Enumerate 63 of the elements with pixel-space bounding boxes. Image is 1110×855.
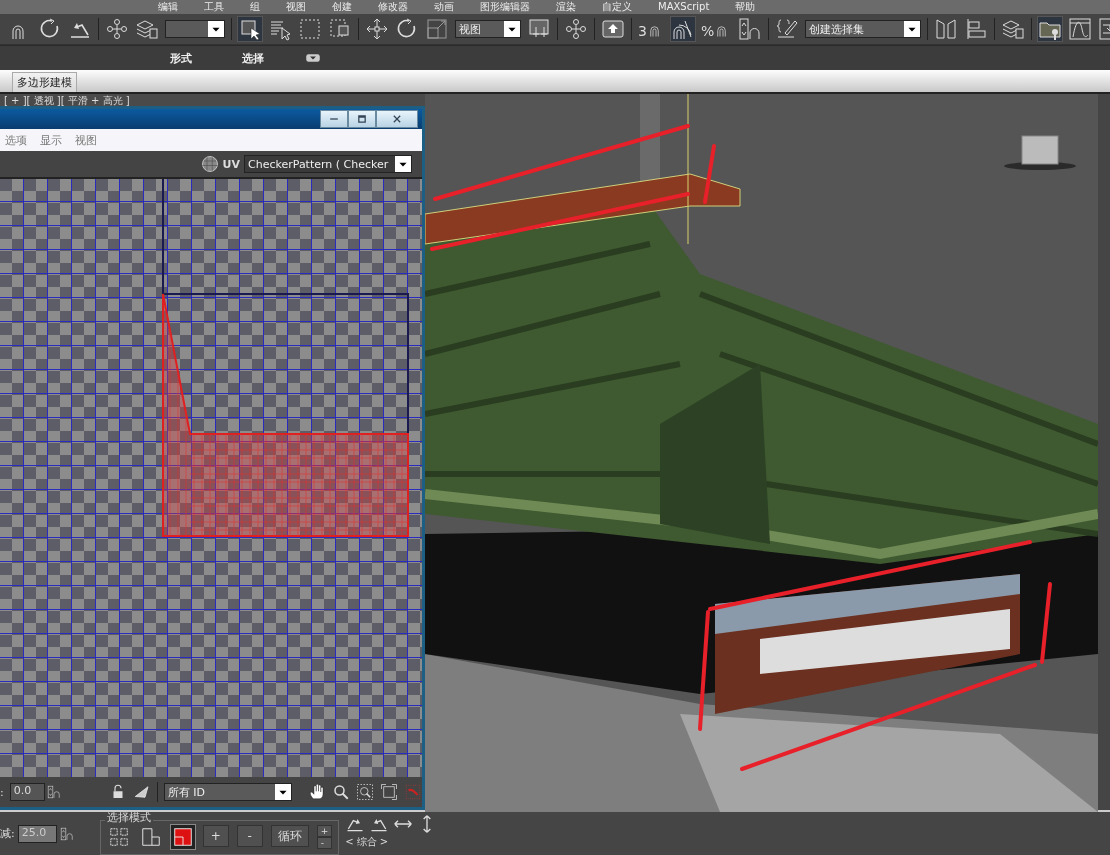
pan-icon[interactable]: [308, 783, 326, 801]
menu-item[interactable]: 动画: [421, 1, 467, 13]
menu-item[interactable]: 显示: [40, 132, 62, 148]
zoom-extents-icon[interactable]: [380, 783, 398, 801]
align-icon[interactable]: [964, 17, 989, 41]
ribbon-panel-tab[interactable]: 多边形建模: [12, 72, 77, 92]
spinner-button[interactable]: -: [316, 837, 333, 849]
field-label: :: [0, 785, 4, 799]
spinner-button[interactable]: +: [316, 825, 333, 837]
view-cube-icon[interactable]: [1004, 135, 1076, 170]
group-title: 选择模式: [104, 812, 153, 824]
menu-item[interactable]: 编辑: [145, 1, 191, 13]
snap-label: 3: [638, 24, 647, 38]
mode-button[interactable]: +: [202, 825, 229, 847]
menu-item[interactable]: 视图: [273, 1, 319, 13]
loop-label: 综合: [356, 836, 377, 847]
menu-item[interactable]: 帮助: [722, 1, 769, 13]
named-selection-dropdown[interactable]: 创建选择集: [805, 20, 922, 38]
mode-button[interactable]: -: [236, 825, 263, 847]
menu-item[interactable]: 工具: [191, 1, 237, 13]
reference-coordinate-dropdown[interactable]: 视图: [455, 20, 521, 38]
element-mode-icon[interactable]: [170, 825, 195, 849]
checker-uv-canvas[interactable]: [0, 179, 422, 777]
menu-item[interactable]: 自定义: [589, 1, 645, 13]
previous-arrow[interactable]: <: [345, 836, 354, 847]
channel-label: UV: [222, 157, 240, 171]
menu-item[interactable]: 修改器: [365, 1, 421, 13]
rectangle-selection-icon[interactable]: [298, 17, 322, 41]
ribbon-tab[interactable]: 选择: [232, 47, 274, 69]
checker-sphere-icon[interactable]: [200, 155, 219, 173]
close-button[interactable]: [376, 110, 418, 128]
snap-label: %: [700, 24, 715, 38]
angle-snap-icon[interactable]: [670, 17, 695, 41]
uv-shell-drawing[interactable]: [162, 293, 409, 537]
menu-item[interactable]: 创建: [319, 1, 365, 13]
move-icon[interactable]: [365, 17, 389, 41]
spinner-icon[interactable]: [46, 785, 61, 799]
spinner-icon[interactable]: [59, 826, 74, 841]
mode-button[interactable]: 循环: [270, 825, 309, 847]
mirror-icon[interactable]: [934, 17, 959, 41]
menu-item[interactable]: MAXScript: [645, 1, 723, 13]
value-field[interactable]: 0.0: [9, 783, 45, 801]
menu-item[interactable]: 视图: [75, 132, 97, 148]
selection-filter-dropdown[interactable]: [165, 20, 225, 38]
ribbon-tab[interactable]: 形式: [160, 47, 202, 69]
menu-item[interactable]: 渲染: [543, 1, 589, 13]
viewport-label[interactable]: [ + ][ 透视 ][ 平滑 + 高光 ]: [4, 94, 130, 108]
menu-item[interactable]: 组: [237, 1, 273, 13]
menu-item[interactable]: 选项: [5, 132, 27, 148]
paint-icon[interactable]: [133, 783, 152, 801]
maximize-button[interactable]: [348, 110, 376, 128]
minimize-button[interactable]: [320, 110, 348, 128]
material-id-dropdown[interactable]: 所有 ID: [163, 783, 292, 801]
next-arrow[interactable]: >: [379, 836, 389, 847]
zoom-region-icon[interactable]: [356, 783, 374, 801]
spinner-snap-icon[interactable]: [738, 17, 763, 41]
curve-editor-icon[interactable]: [1068, 17, 1093, 41]
texture-dropdown[interactable]: CheckerPattern ( Checker: [244, 155, 412, 173]
falloff-label: 减:: [0, 826, 15, 841]
zoom-icon[interactable]: [332, 783, 350, 801]
menu-item[interactable]: 图形编辑器: [467, 1, 543, 13]
select-object-icon[interactable]: [238, 17, 262, 41]
scale-icon[interactable]: [425, 17, 449, 41]
